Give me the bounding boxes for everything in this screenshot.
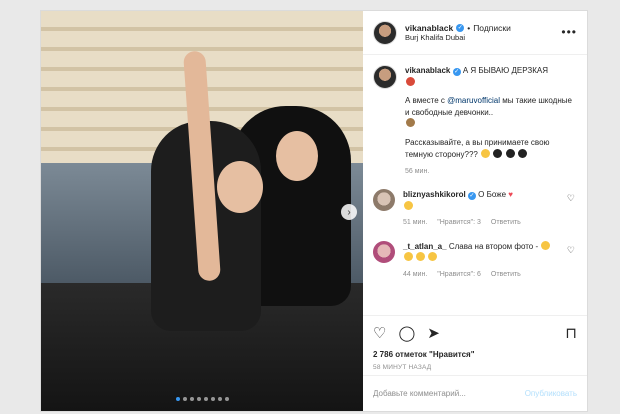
comment-meta: 51 мин. "Нравится": 3 Ответить <box>403 218 561 228</box>
caption-username[interactable]: vikanablack <box>405 66 450 75</box>
caption-body: vikanablack ✓ А Я БЫВАЮ ДЕРЗКАЯ А вместе… <box>405 65 577 177</box>
smile-emoji-icon <box>481 148 491 158</box>
commenter-avatar[interactable] <box>373 189 395 212</box>
caption-line2: Рассказывайте, а вы принимаете свою темн… <box>405 137 577 160</box>
add-comment-input[interactable] <box>373 389 525 398</box>
comment-bubble-icon[interactable]: ◯ <box>398 324 415 342</box>
post-location[interactable]: Burj Khalifa Dubai <box>405 33 511 42</box>
black-heart-icon <box>493 148 503 158</box>
laughing-emoji-icon <box>404 252 413 262</box>
verified-icon: ✓ <box>452 68 461 76</box>
caption: vikanablack ✓ А Я БЫВАЮ ДЕРЗКАЯ А вместе… <box>373 65 577 177</box>
follow-status-button[interactable]: Подписки <box>473 23 511 34</box>
author-avatar[interactable] <box>373 20 397 45</box>
carousel-dot <box>175 397 180 401</box>
comment-likes[interactable]: "Нравится": 6 <box>437 270 481 280</box>
black-heart-icon <box>517 148 527 158</box>
laughing-emoji-icon <box>541 240 551 250</box>
caption-line1-prefix: А вместе с <box>405 96 448 106</box>
post-sidebar: vikanablack ✓ • Подписки Burj Khalifa Du… <box>363 11 587 411</box>
publish-button[interactable]: Опубликовать <box>525 389 577 398</box>
comment-body: _t_atlan_a_ Слава на втором фото - 44 ми… <box>403 240 577 280</box>
caption-line2-text: Рассказывайте, а вы принимаете свою темн… <box>405 137 550 159</box>
post-actions: ♡ ◯ ➤ ⊓ 2 786 отметок "Нравится" 58 МИНУ… <box>363 315 587 375</box>
author-username[interactable]: vikanablack <box>405 23 453 34</box>
separator-dot: • <box>467 22 471 33</box>
instagram-post: › vikanablack ✓ • Подписки Burj Khalifa … <box>40 10 588 412</box>
caption-title: А Я БЫВАЮ ДЕРЗКАЯ <box>462 66 548 75</box>
comment-meta: 44 мин. "Нравится": 6 Ответить <box>403 270 561 280</box>
dancers-emoji-icon <box>406 118 415 128</box>
add-comment-bar: Опубликовать <box>363 375 587 411</box>
verified-icon: ✓ <box>456 23 465 32</box>
like-heart-icon[interactable]: ♡ <box>373 324 386 342</box>
comment-username[interactable]: bliznyashkikorol <box>403 190 466 199</box>
comment-item: bliznyashkikorol ✓ О Боже ♥ 51 мин. "Нра… <box>373 189 577 228</box>
more-options-icon[interactable]: ••• <box>561 25 577 39</box>
red-heart-emoji-icon: ♥ <box>508 190 513 200</box>
header-top-line: vikanablack ✓ • Подписки <box>405 23 511 34</box>
laughing-emoji-icon <box>416 252 426 262</box>
caption-time[interactable]: 56 мин. <box>405 167 577 177</box>
comment-time[interactable]: 51 мин. <box>403 218 427 228</box>
carousel-dot <box>210 397 215 401</box>
photo-face-right <box>276 131 318 181</box>
header-text: vikanablack ✓ • Подписки Burj Khalifa Du… <box>405 23 511 43</box>
post-timestamp[interactable]: 58 МИНУТ НАЗАД <box>373 364 577 371</box>
like-comment-heart-icon[interactable]: ♡ <box>567 193 575 204</box>
comment-likes[interactable]: "Нравится": 3 <box>437 218 481 228</box>
chevron-right-icon: › <box>347 206 351 218</box>
comment-username[interactable]: _t_atlan_a_ <box>403 242 447 251</box>
like-comment-heart-icon[interactable]: ♡ <box>567 245 575 256</box>
commenter-avatar[interactable] <box>373 240 395 263</box>
reply-button[interactable]: Ответить <box>491 218 521 228</box>
caption-line1: А вместе с @maruvofficial мы такие шкодн… <box>405 95 577 130</box>
carousel-dot <box>196 397 201 401</box>
comment-text: Слава на втором фото - <box>448 241 539 251</box>
black-heart-icon <box>505 148 515 158</box>
carousel-dot <box>224 397 229 401</box>
carousel-dot <box>182 397 187 401</box>
caption-title-line: vikanablack ✓ А Я БЫВАЮ ДЕРЗКАЯ <box>405 65 577 88</box>
caption-mention-link[interactable]: @maruvofficial <box>447 96 500 105</box>
likes-count[interactable]: 2 786 отметок "Нравится" <box>373 350 577 359</box>
comment-item: _t_atlan_a_ Слава на втором фото - 44 ми… <box>373 240 577 280</box>
comment-time[interactable]: 44 мин. <box>403 270 427 280</box>
photo-face-left <box>217 161 263 213</box>
carousel-dots <box>41 397 363 401</box>
comment-text: О Боже <box>478 190 507 200</box>
carousel-dot <box>203 397 208 401</box>
comments-section: vikanablack ✓ А Я БЫВАЮ ДЕРЗКАЯ А вместе… <box>363 55 587 315</box>
verified-icon: ✓ <box>467 192 476 201</box>
post-header: vikanablack ✓ • Подписки Burj Khalifa Du… <box>363 11 587 55</box>
devil-emoji-icon <box>406 76 415 86</box>
shocked-emoji-icon <box>404 200 413 210</box>
action-icons: ♡ ◯ ➤ ⊓ <box>373 324 577 342</box>
next-photo-button[interactable]: › <box>341 204 357 220</box>
post-photo[interactable]: › <box>41 11 363 411</box>
carousel-dot <box>217 397 222 401</box>
share-send-icon[interactable]: ➤ <box>427 324 440 342</box>
laughing-emoji-icon <box>428 252 438 262</box>
reply-button[interactable]: Ответить <box>491 270 521 280</box>
carousel-dot <box>189 397 194 401</box>
caption-avatar[interactable] <box>373 65 397 89</box>
bookmark-icon[interactable]: ⊓ <box>565 324 577 342</box>
comment-body: bliznyashkikorol ✓ О Боже ♥ 51 мин. "Нра… <box>403 189 577 228</box>
